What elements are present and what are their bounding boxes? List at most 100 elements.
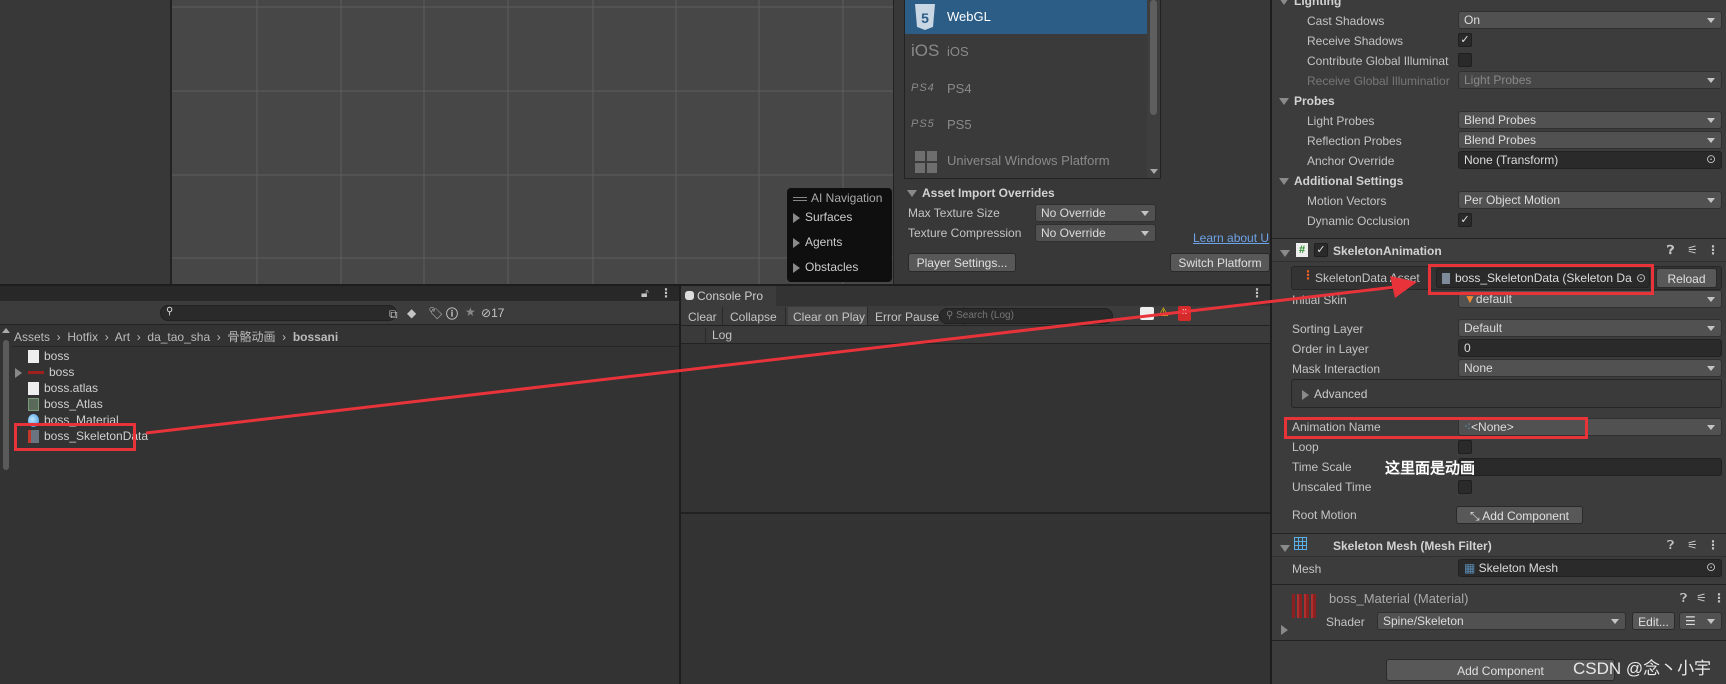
component-enabled-checkbox[interactable]: ✓ xyxy=(1314,243,1328,257)
breadcrumb-item[interactable]: Hotfix xyxy=(67,330,98,344)
reload-button[interactable]: Reload xyxy=(1656,268,1717,288)
component-menu-icon[interactable]: ⋮ xyxy=(1707,538,1719,552)
scene-view[interactable]: AI Navigation Surfaces Agents Obstacles xyxy=(170,0,893,284)
mask-interaction-dropdown[interactable]: None xyxy=(1458,359,1722,377)
project-item[interactable]: boss xyxy=(28,349,69,365)
watermark: CSDN @念丶小宇 xyxy=(1573,659,1712,678)
clear-on-play-button[interactable]: Clear on Play xyxy=(788,307,868,325)
contribute-gi-checkbox[interactable] xyxy=(1458,53,1472,67)
object-picker-icon[interactable]: ⊙ xyxy=(1706,560,1716,574)
console-split-divider[interactable] xyxy=(681,512,1270,514)
scrollbar-thumb[interactable] xyxy=(1150,0,1157,115)
lock-icon[interactable]: 🔓︎ xyxy=(641,286,649,301)
expand-icon xyxy=(1302,389,1309,400)
favorite-star-icon[interactable]: ★ xyxy=(465,305,476,319)
overlay-item-surfaces[interactable]: Surfaces xyxy=(793,210,852,224)
root-motion-add-component-button[interactable]: ⤡ Add Component xyxy=(1456,506,1583,524)
anchor-override-field[interactable]: None (Transform) xyxy=(1458,151,1722,169)
mesh-field[interactable]: ▦ Skeleton Mesh xyxy=(1458,559,1722,577)
scroll-up-icon[interactable] xyxy=(2,328,10,333)
expand-icon[interactable] xyxy=(1281,622,1293,636)
learn-about-link[interactable]: Learn about U xyxy=(1193,231,1270,245)
motion-vectors-dropdown[interactable]: Per Object Motion xyxy=(1458,191,1722,209)
preset-icon[interactable]: ⚟ xyxy=(1696,591,1707,605)
reflection-probes-dropdown[interactable]: Blend Probes xyxy=(1458,131,1722,149)
lighting-header[interactable]: Lighting xyxy=(1279,0,1341,8)
receive-shadows-checkbox[interactable]: ✓ xyxy=(1458,33,1472,47)
overlay-item-obstacles[interactable]: Obstacles xyxy=(793,260,858,274)
platform-webgl[interactable]: 5 WebGL xyxy=(905,0,1147,34)
player-settings-button[interactable]: Player Settings... xyxy=(908,253,1016,272)
help-icon[interactable]: ❓︎ xyxy=(1680,591,1687,606)
breadcrumb-item[interactable]: 骨骼动画 xyxy=(227,330,275,344)
advanced-foldout[interactable]: Advanced xyxy=(1291,379,1722,408)
platform-uwp[interactable]: Universal Windows Platform xyxy=(905,143,1147,179)
project-search-input[interactable]: ⚲ xyxy=(160,305,397,321)
filter-by-label-icon[interactable]: 🏷︎ xyxy=(428,306,443,320)
scrollbar-thumb[interactable] xyxy=(3,340,9,470)
shader-edit-button[interactable]: Edit... xyxy=(1632,612,1675,630)
expand-icon[interactable] xyxy=(15,368,22,378)
loop-checkbox[interactable] xyxy=(1458,440,1472,454)
platform-ps5[interactable]: PS5 PS5 xyxy=(905,107,1147,143)
log-column-header[interactable]: Log xyxy=(705,328,732,344)
error-filter-icon[interactable]: x xyxy=(1178,306,1191,321)
project-item[interactable]: boss_Atlas xyxy=(28,397,103,413)
component-menu-icon[interactable]: ⋮ xyxy=(1713,591,1725,605)
dynamic-occlusion-checkbox[interactable]: ✓ xyxy=(1458,213,1472,227)
preset-icon[interactable]: ⚟ xyxy=(1687,538,1698,552)
ps4-icon: PS4 xyxy=(911,82,935,94)
info-filter-icon[interactable] xyxy=(1140,307,1154,320)
foldout-icon[interactable] xyxy=(1280,541,1295,555)
probes-header[interactable]: Probes xyxy=(1279,94,1335,108)
sorting-layer-dropdown[interactable]: Default xyxy=(1458,319,1722,337)
sorting-layer-label: Sorting Layer xyxy=(1292,322,1364,336)
scroll-down-icon[interactable] xyxy=(1150,169,1158,174)
console-tab[interactable]: Console Pro xyxy=(681,286,776,306)
search-by-type-icon[interactable]: ⧉ xyxy=(389,307,398,322)
expand-icon xyxy=(793,237,800,248)
project-item[interactable]: boss xyxy=(15,365,74,381)
log-filter-icon[interactable]: ⓘ xyxy=(446,305,458,322)
object-picker-icon[interactable]: ⊙ xyxy=(1706,152,1716,166)
cast-shadows-dropdown[interactable]: On xyxy=(1458,11,1722,29)
additional-settings-header[interactable]: Additional Settings xyxy=(1279,174,1403,188)
switch-platform-button[interactable]: Switch Platform xyxy=(1170,253,1270,272)
help-icon[interactable]: ❓︎ xyxy=(1667,243,1674,258)
unscaled-time-checkbox[interactable] xyxy=(1458,480,1472,494)
overlay-item-agents[interactable]: Agents xyxy=(793,235,842,249)
max-texture-dropdown[interactable]: No Override xyxy=(1035,204,1156,222)
breadcrumb-item[interactable]: bossani xyxy=(293,330,338,344)
component-menu-icon[interactable]: ⋮ xyxy=(1707,243,1719,257)
help-icon[interactable]: ❓︎ xyxy=(1667,538,1674,553)
breadcrumb-item[interactable]: Art xyxy=(115,330,130,344)
shader-dropdown[interactable]: Spine/Skeleton xyxy=(1377,612,1626,630)
foldout-icon[interactable] xyxy=(1280,246,1295,260)
platform-list-scrollbar[interactable] xyxy=(1147,0,1160,178)
asset-import-overrides-header[interactable]: Asset Import Overrides xyxy=(907,186,1055,200)
platform-ps4[interactable]: PS4 PS4 xyxy=(905,71,1147,107)
breadcrumb-item[interactable]: Assets xyxy=(14,330,50,344)
time-scale-field[interactable] xyxy=(1458,458,1722,476)
project-scrollbar[interactable] xyxy=(0,326,12,684)
breadcrumb-item[interactable]: da_tao_sha xyxy=(147,330,210,344)
drag-handle-icon[interactable] xyxy=(793,196,807,201)
more-menu-icon[interactable]: ⋮ xyxy=(660,286,672,300)
order-in-layer-field[interactable]: 0 xyxy=(1458,339,1722,357)
console-more-icon[interactable]: ⋮ xyxy=(1251,286,1263,300)
filter-by-type-icon[interactable]: ◆ xyxy=(407,306,416,320)
warning-filter-icon[interactable]: ⚠ xyxy=(1158,305,1169,319)
project-item[interactable]: boss.atlas xyxy=(28,381,98,397)
hidden-packages-icon[interactable]: ⊘17 xyxy=(481,306,504,320)
shader-options-dropdown[interactable]: ☰ xyxy=(1679,612,1722,630)
platform-ios[interactable]: iOS iOS xyxy=(905,34,1147,70)
foldout-icon xyxy=(907,190,917,198)
preset-icon[interactable]: ⚟ xyxy=(1687,243,1698,257)
ai-navigation-overlay[interactable]: AI Navigation Surfaces Agents Obstacles xyxy=(787,188,892,282)
error-pause-button[interactable]: Error Pause xyxy=(870,307,946,325)
clear-button[interactable]: Clear xyxy=(683,307,723,325)
texture-compression-dropdown[interactable]: No Override xyxy=(1035,224,1156,242)
collapse-button[interactable]: Collapse xyxy=(725,307,786,325)
light-probes-dropdown[interactable]: Blend Probes xyxy=(1458,111,1722,129)
console-search-input[interactable]: ⚲ Search (Log) xyxy=(939,308,1113,324)
